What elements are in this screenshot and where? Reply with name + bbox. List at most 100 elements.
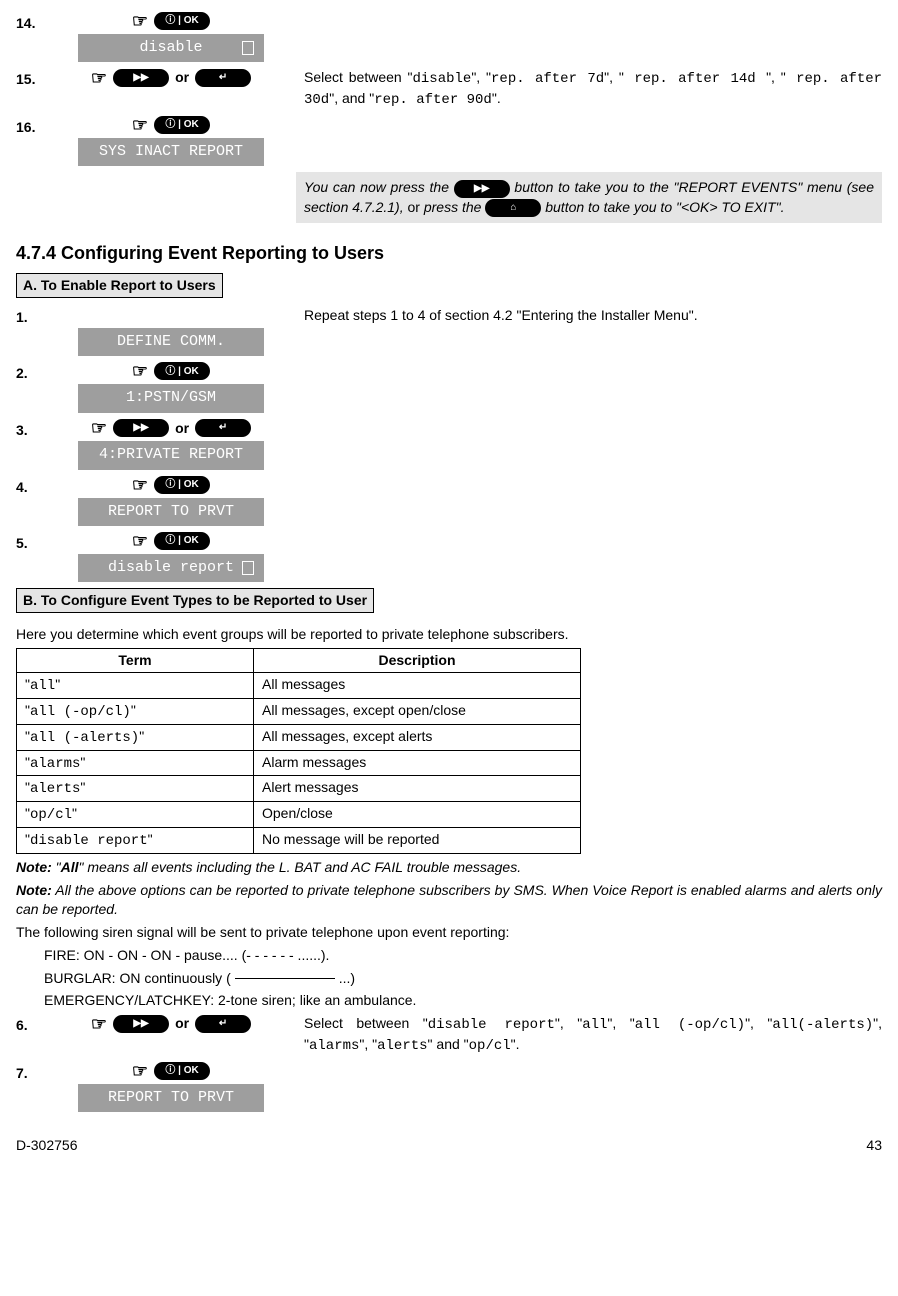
hand-icon: ☞ [132,476,148,494]
emergency-signal: EMERGENCY/LATCHKEY: 2-tone siren; like a… [44,991,882,1010]
lcd-display: REPORT TO PRVT [78,1084,264,1112]
step-controls: ☞ ⓘ | OK REPORT TO PRVT [46,476,296,526]
hand-icon: ☞ [91,419,107,437]
step-number: 3. [16,419,46,440]
step-number: 5. [16,532,46,553]
step-a1: 1. DEFINE COMM. Repeat steps 1 to 4 of s… [16,306,882,356]
ok-button[interactable]: ⓘ | OK [154,532,210,550]
step-a3: 3. ☞ ▶▶ or ↵ 4:PRIVATE REPORT [16,419,882,470]
table-row: "alerts"Alert messages [17,776,581,802]
table-row: "all"All messages [17,672,581,698]
step-a2: 2. ☞ ⓘ | OK 1:PSTN/GSM [16,362,882,412]
table-row: "op/cl"Open/close [17,802,581,828]
subsection-b-header: B. To Configure Event Types to be Report… [16,588,374,613]
note-2: Note: All the above options can be repor… [16,881,882,919]
button-line: ☞ ▶▶ or ↵ [91,1014,251,1033]
ok-button[interactable]: ⓘ | OK [154,1062,210,1080]
lcd-display: disable report [78,554,264,582]
burglar-signal: BURGLAR: ON continuously (...) [44,969,882,988]
step-a4: 4. ☞ ⓘ | OK REPORT TO PRVT [16,476,882,526]
table-row: "disable report"No message will be repor… [17,828,581,854]
terms-table: Term Description "all"All messages "all … [16,648,581,854]
lcd-display: 1:PSTN/GSM [78,384,264,412]
button-line: ☞ ⓘ | OK [132,476,210,494]
button-line: ☞ ⓘ | OK [132,362,210,380]
step-description: Repeat steps 1 to 4 of section 4.2 "Ente… [296,306,882,325]
forward-button[interactable]: ▶▶ [113,1015,169,1033]
note-1: Note: "All" means all events including t… [16,858,882,877]
or-label: or [175,1014,189,1033]
button-line: ☞ ▶▶ or ↵ [91,419,251,438]
forward-button[interactable]: ▶▶ [113,69,169,87]
button-line: ☞ ▶▶ or ↵ [91,68,251,87]
lcd-display: 4:PRIVATE REPORT [78,441,264,469]
forward-button[interactable]: ▶▶ [454,180,510,198]
lcd-display: SYS INACT REPORT [78,138,264,166]
back-button[interactable]: ↵ [195,1015,251,1033]
step-number: 7. [16,1062,46,1083]
step-number: 1. [16,306,46,327]
step-controls: ☞ ▶▶ or ↵ 4:PRIVATE REPORT [46,419,296,470]
step-number: 2. [16,362,46,383]
hand-icon: ☞ [132,362,148,380]
forward-button[interactable]: ▶▶ [113,419,169,437]
or-label: or [175,68,189,87]
subsection-a-header: A. To Enable Report to Users [16,273,223,298]
note-box: You can now press the ▶▶ button to take … [296,172,882,223]
button-line: ☞ ⓘ | OK [132,116,210,134]
step-description: Select between "disable", "rep. after 7d… [296,68,882,110]
page-footer: D-302756 43 [16,1136,882,1155]
step-controls: ☞ ⓘ | OK REPORT TO PRVT [46,1062,296,1112]
step-controls: ☞ ▶▶ or ↵ [46,1014,296,1033]
step-number: 6. [16,1014,46,1035]
step-a5: 5. ☞ ⓘ | OK disable report [16,532,882,582]
back-button[interactable]: ↵ [195,69,251,87]
step-controls: ☞ ▶▶ or ↵ [46,68,296,87]
step-b7: 7. ☞ ⓘ | OK REPORT TO PRVT [16,1062,882,1112]
fire-signal: FIRE: ON - ON - ON - pause.... (- - - - … [44,946,882,965]
intro-text: Here you determine which event groups wi… [16,625,882,644]
button-line: ☞ ⓘ | OK [132,532,210,550]
doc-id: D-302756 [16,1136,78,1155]
button-line: ☞ ⓘ | OK [132,12,210,30]
step-b6: 6. ☞ ▶▶ or ↵ Select between "disable rep… [16,1014,882,1056]
or-label: or [175,419,189,438]
table-row: "all (-op/cl)"All messages, except open/… [17,698,581,724]
step-number: 15. [16,68,46,89]
step-controls: ☞ ⓘ | OK 1:PSTN/GSM [46,362,296,412]
hand-icon: ☞ [132,12,148,30]
hand-icon: ☞ [132,116,148,134]
step-14: 14. ☞ ⓘ | OK disable [16,12,882,62]
th-term: Term [17,648,254,672]
table-row: "all (-alerts)"All messages, except aler… [17,724,581,750]
section-title: 4.7.4 Configuring Event Reporting to Use… [16,241,882,265]
step-16: 16. ☞ ⓘ | OK SYS INACT REPORT [16,116,882,166]
lcd-display: REPORT TO PRVT [78,498,264,526]
siren-intro: The following siren signal will be sent … [16,923,882,942]
step-controls: DEFINE COMM. [46,306,296,356]
ok-button[interactable]: ⓘ | OK [154,116,210,134]
step-number: 16. [16,116,46,137]
ok-button[interactable]: ⓘ | OK [154,12,210,30]
button-line: ☞ ⓘ | OK [132,1062,210,1080]
ok-button[interactable]: ⓘ | OK [154,362,210,380]
step-15: 15. ☞ ▶▶ or ↵ Select between "disable", … [16,68,882,110]
page-number: 43 [866,1136,882,1155]
hand-icon: ☞ [91,69,107,87]
hand-icon: ☞ [91,1015,107,1033]
lcd-display: DEFINE COMM. [78,328,264,356]
hand-icon: ☞ [132,1062,148,1080]
continuous-line-icon [235,978,335,979]
ok-button[interactable]: ⓘ | OK [154,476,210,494]
table-row: "alarms"Alarm messages [17,750,581,776]
step-controls: ☞ ⓘ | OK disable [46,12,296,62]
back-button[interactable]: ↵ [195,419,251,437]
step-number: 14. [16,12,46,33]
th-desc: Description [254,648,581,672]
lcd-display: disable [78,34,264,62]
home-button[interactable]: ⌂ [485,199,541,217]
hand-icon: ☞ [132,532,148,550]
step-number: 4. [16,476,46,497]
step-description: Select between "disable report", "all", … [296,1014,882,1056]
step-controls: ☞ ⓘ | OK SYS INACT REPORT [46,116,296,166]
